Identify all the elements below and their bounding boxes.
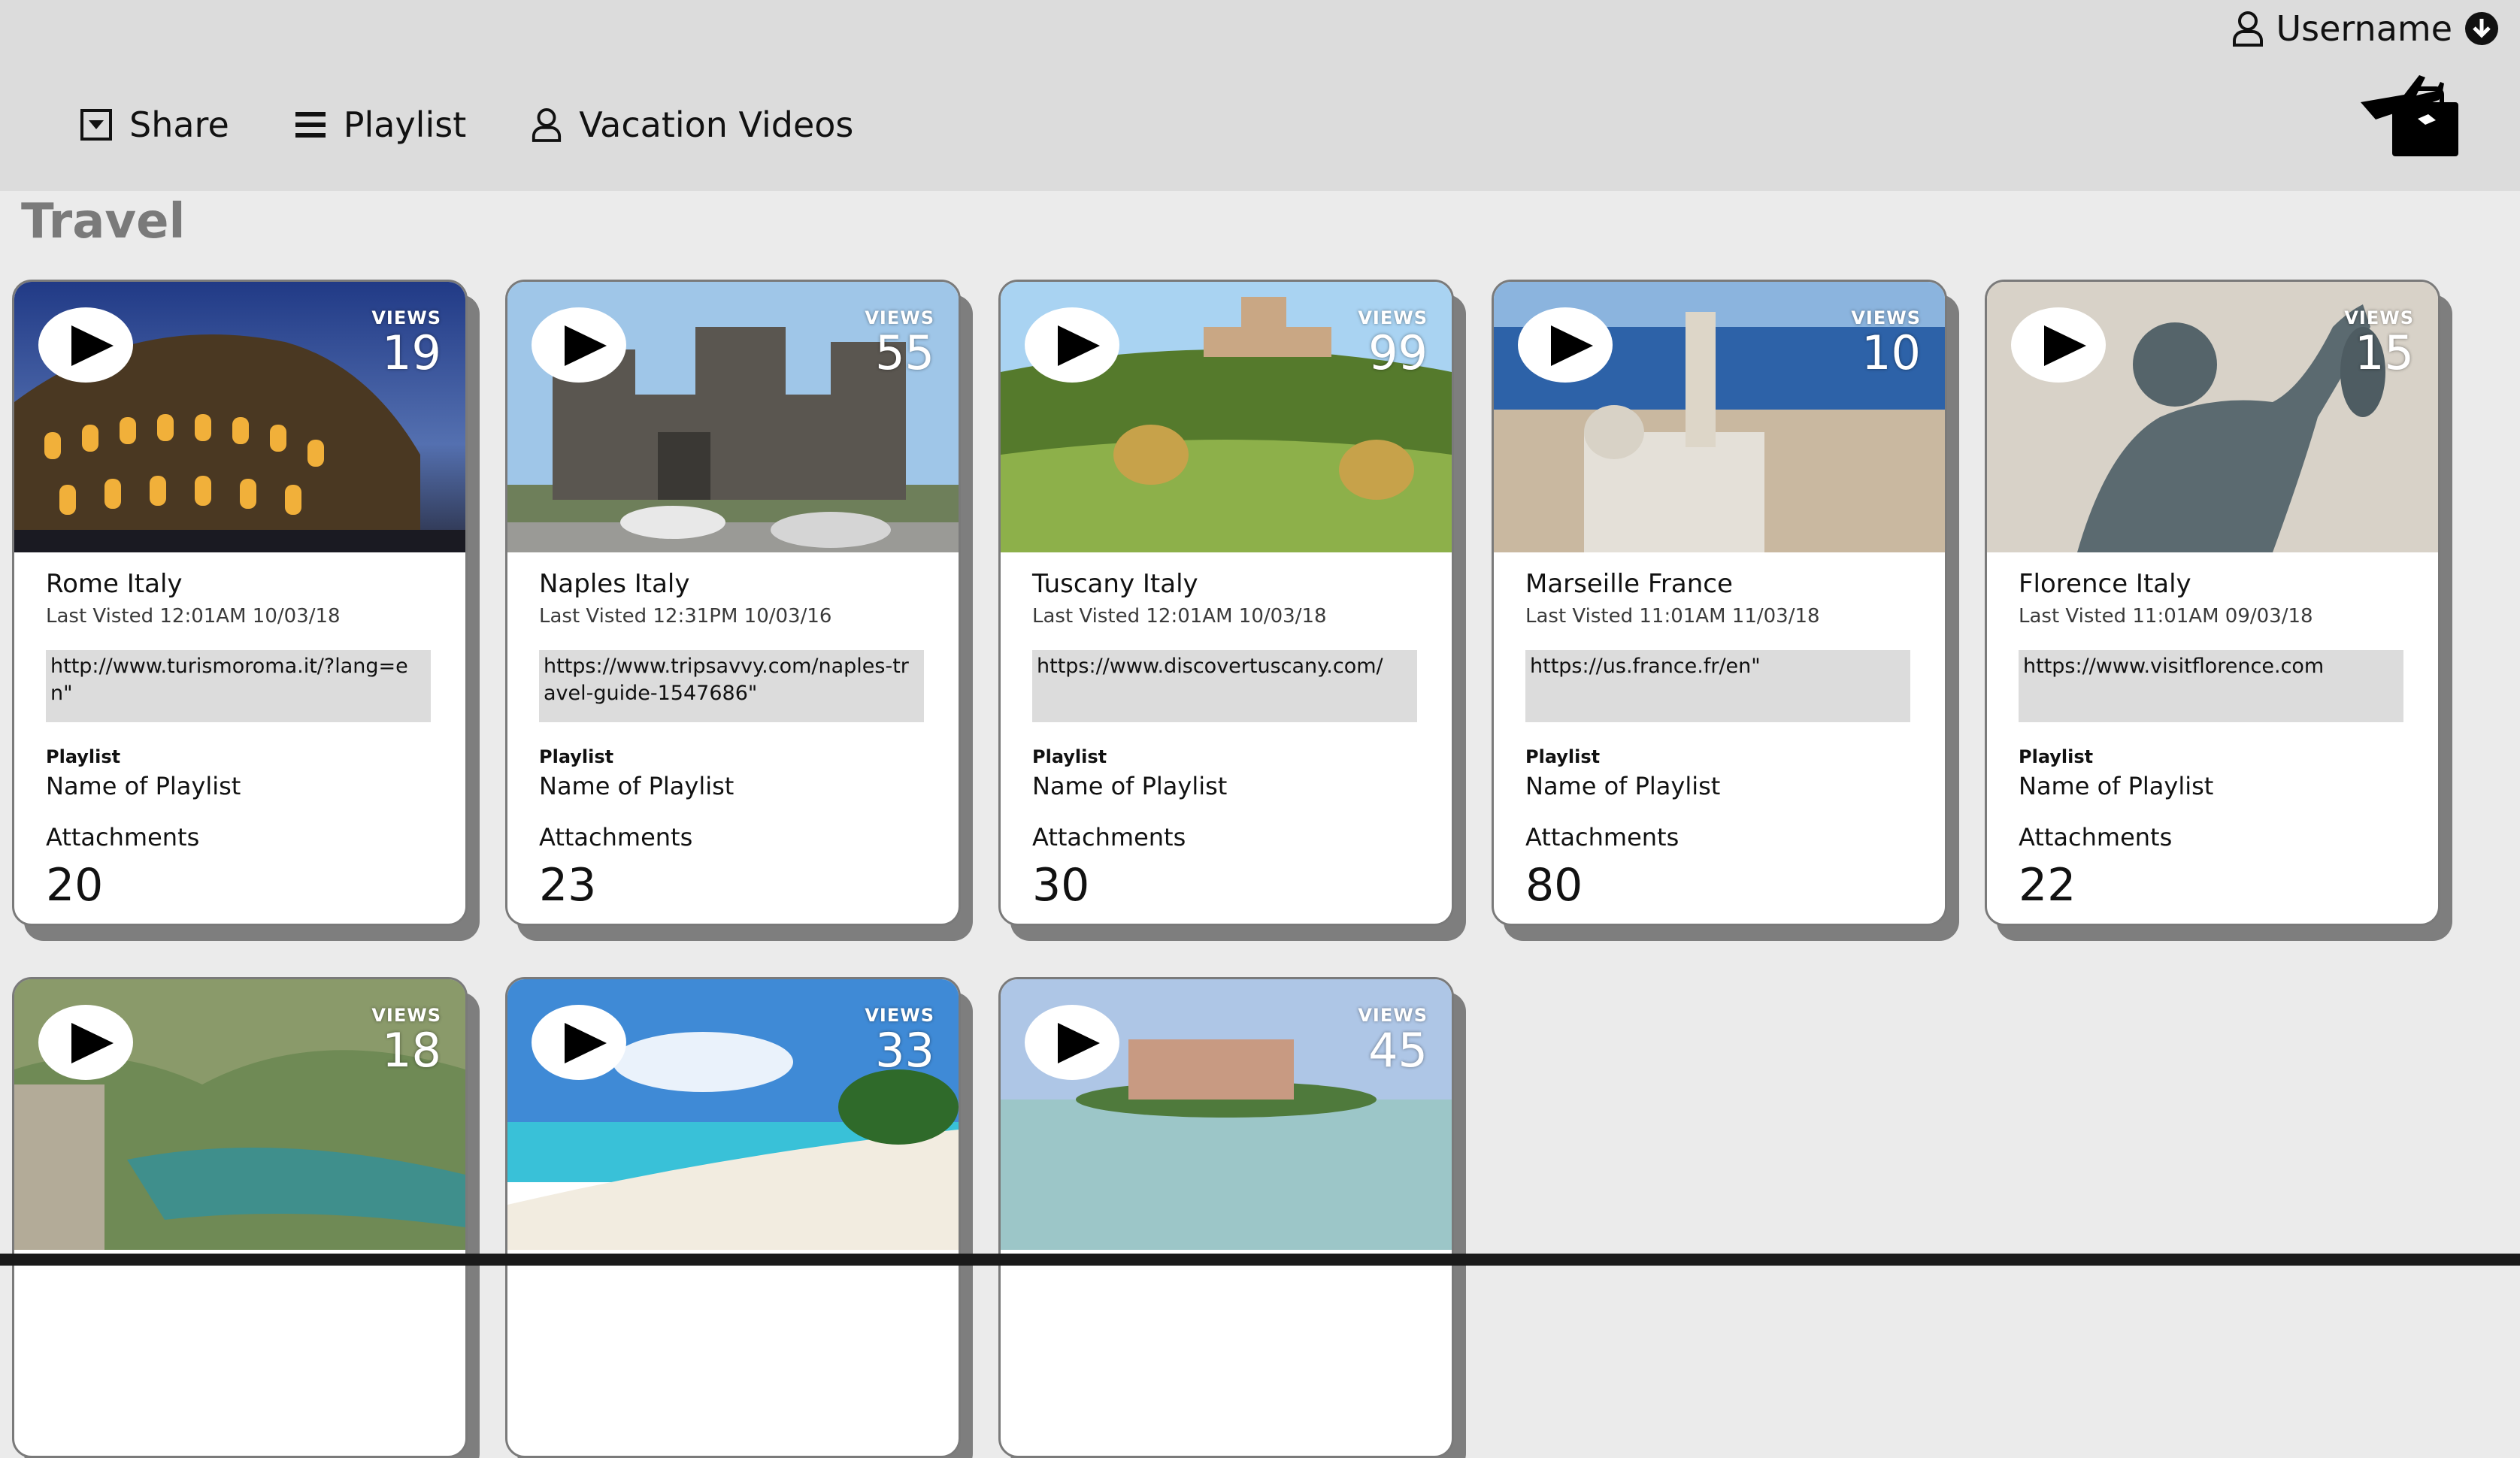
views-counter: VIEWS 99	[1358, 307, 1428, 378]
attachments-count: 30	[1032, 859, 1090, 912]
views-counter: VIEWS 18	[371, 1005, 441, 1075]
url-field[interactable]: https://www.visitflorence.com	[2019, 650, 2403, 722]
video-thumbnail[interactable]: VIEWS 45	[1001, 979, 1452, 1250]
card-info: Tuscany Italy Last Visted 12:01AM 10/03/…	[1032, 569, 1420, 912]
play-button[interactable]	[38, 307, 133, 383]
video-thumbnail[interactable]: VIEWS 18	[14, 979, 465, 1250]
last-visited: Last Visted 12:01AM 10/03/18	[46, 605, 341, 628]
user-menu[interactable]: Username	[2231, 6, 2500, 51]
video-card[interactable]: VIEWS 33	[505, 977, 961, 1458]
username-label: Username	[2276, 8, 2453, 49]
last-visited: Last Visted 11:01AM 11/03/18	[1525, 605, 1820, 628]
views-count: 19	[382, 325, 441, 380]
url-field[interactable]: http://www.turismoroma.it/?lang=en"	[46, 650, 431, 722]
nav-vacation-videos[interactable]: Vacation Videos	[531, 104, 853, 145]
last-visited: Last Visted 12:31PM 10/03/16	[539, 605, 832, 628]
views-count: 33	[875, 1023, 934, 1078]
video-thumbnail[interactable]: VIEWS 55	[507, 282, 959, 552]
card-title: Rome Italy	[46, 569, 183, 599]
video-card[interactable]: VIEWS 10 Marseille France Last Visted 11…	[1492, 280, 1947, 926]
playlist-label: Playlist	[2019, 746, 2094, 767]
attachments-label: Attachments	[2019, 823, 2173, 852]
attachments-label: Attachments	[1525, 823, 1679, 852]
card-info: Naples Italy Last Visted 12:31PM 10/03/1…	[539, 569, 927, 912]
views-counter: VIEWS 33	[865, 1005, 934, 1075]
video-thumbnail[interactable]: VIEWS 33	[507, 979, 959, 1250]
attachments-label: Attachments	[46, 823, 200, 852]
views-counter: VIEWS 45	[1358, 1005, 1428, 1075]
section-title: Travel	[21, 194, 186, 250]
play-button[interactable]	[38, 1005, 133, 1080]
play-button[interactable]	[2011, 307, 2106, 383]
video-thumbnail[interactable]: VIEWS 15	[1987, 282, 2438, 552]
nav-share[interactable]: Share	[80, 104, 229, 145]
play-button[interactable]	[1025, 307, 1119, 383]
play-button[interactable]	[532, 1005, 626, 1080]
list-icon	[295, 112, 326, 138]
video-thumbnail[interactable]: VIEWS 19	[14, 282, 465, 552]
card-info: Rome Italy Last Visted 12:01AM 10/03/18 …	[46, 569, 434, 912]
card-title: Florence Italy	[2019, 569, 2191, 599]
playlist-name[interactable]: Name of Playlist	[1032, 772, 1420, 800]
video-card[interactable]: VIEWS 19 Rome Italy Last Visted 12:01AM …	[12, 280, 468, 926]
top-bar: Username Share Playlist Vacation Videos	[0, 0, 2520, 191]
share-box-icon	[80, 109, 112, 141]
playlist-name[interactable]: Name of Playlist	[539, 772, 927, 800]
video-card[interactable]: VIEWS 15 Florence Italy Last Visted 11:0…	[1985, 280, 2440, 926]
views-count: 45	[1368, 1023, 1428, 1078]
url-field[interactable]: https://www.discovertuscany.com/	[1032, 650, 1417, 722]
views-counter: VIEWS 10	[1851, 307, 1921, 378]
card-info: Florence Italy Last Visted 11:01AM 09/03…	[2019, 569, 2406, 912]
url-field[interactable]: https://www.tripsavvy.com/naples-travel-…	[539, 650, 924, 722]
playlist-label: Playlist	[46, 746, 121, 767]
card-info: Marseille France Last Visted 11:01AM 11/…	[1525, 569, 1913, 912]
last-visited: Last Visted 12:01AM 10/03/18	[1032, 605, 1327, 628]
last-visited: Last Visted 11:01AM 09/03/18	[2019, 605, 2313, 628]
views-counter: VIEWS 15	[2344, 307, 2414, 378]
playlist-label: Playlist	[1032, 746, 1107, 767]
views-count: 10	[1861, 325, 1921, 380]
bottom-bar	[0, 1254, 2520, 1266]
airplane-luggage-icon	[2361, 75, 2458, 156]
attachments-label: Attachments	[539, 823, 693, 852]
playlist-label: Playlist	[539, 746, 614, 767]
video-card[interactable]: VIEWS 99 Tuscany Italy Last Visted 12:01…	[998, 280, 1454, 926]
playlist-name[interactable]: Name of Playlist	[2019, 772, 2406, 800]
main-nav: Share Playlist Vacation Videos	[80, 96, 918, 153]
play-button[interactable]	[1518, 307, 1613, 383]
views-counter: VIEWS 55	[865, 307, 934, 378]
video-card[interactable]: VIEWS 55 Naples Italy Last Visted 12:31P…	[505, 280, 961, 926]
attachments-label: Attachments	[1032, 823, 1186, 852]
views-count: 99	[1368, 325, 1428, 380]
video-thumbnail[interactable]: VIEWS 99	[1001, 282, 1452, 552]
attachments-count: 80	[1525, 859, 1583, 912]
video-thumbnail[interactable]: VIEWS 10	[1494, 282, 1945, 552]
card-title: Marseille France	[1525, 569, 1733, 599]
views-count: 18	[382, 1023, 441, 1078]
card-title: Naples Italy	[539, 569, 690, 599]
attachments-count: 23	[539, 859, 597, 912]
play-button[interactable]	[532, 307, 626, 383]
nav-playlist-label: Playlist	[343, 104, 467, 145]
views-counter: VIEWS 19	[371, 307, 441, 378]
playlist-name[interactable]: Name of Playlist	[46, 772, 434, 800]
play-button[interactable]	[1025, 1005, 1119, 1080]
nav-vacation-videos-label: Vacation Videos	[579, 104, 854, 145]
views-count: 15	[2355, 325, 2414, 380]
views-count: 55	[875, 325, 934, 380]
attachments-count: 20	[46, 859, 104, 912]
playlist-label: Playlist	[1525, 746, 1601, 767]
playlist-name[interactable]: Name of Playlist	[1525, 772, 1913, 800]
chevron-down-circle-icon[interactable]	[2464, 11, 2499, 46]
attachments-count: 22	[2019, 859, 2076, 912]
user-icon	[2232, 11, 2263, 47]
nav-share-label: Share	[129, 104, 229, 145]
url-field[interactable]: https://us.france.fr/en"	[1525, 650, 1910, 722]
card-title: Tuscany Italy	[1032, 569, 1198, 599]
video-card[interactable]: VIEWS 18	[12, 977, 468, 1458]
nav-playlist[interactable]: Playlist	[294, 104, 467, 145]
video-card[interactable]: VIEWS 45	[998, 977, 1454, 1458]
user-icon	[532, 108, 562, 142]
